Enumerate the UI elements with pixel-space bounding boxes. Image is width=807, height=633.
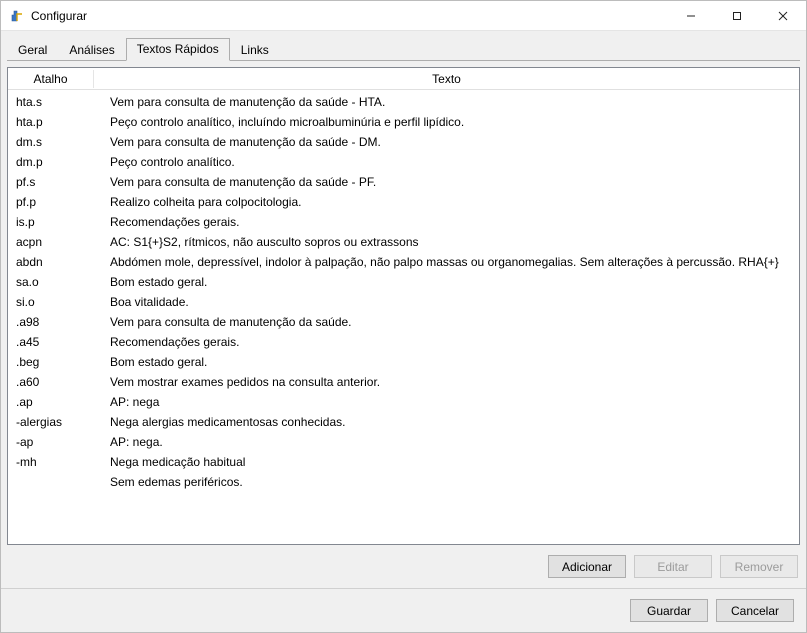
- save-button[interactable]: Guardar: [630, 599, 708, 622]
- table-row[interactable]: sa.oBom estado geral.: [8, 272, 799, 292]
- cell-shortcut: pf.s: [16, 175, 102, 189]
- dialog-footer: Guardar Cancelar: [1, 588, 806, 632]
- cell-shortcut: .beg: [16, 355, 102, 369]
- cell-shortcut: acpn: [16, 235, 102, 249]
- tab-panel: Atalho Texto hta.sVem para consulta de m…: [7, 67, 800, 582]
- table-body: hta.sVem para consulta de manutenção da …: [8, 90, 799, 544]
- table-row[interactable]: acpnAC: S1{+}S2, rítmicos, não ausculto …: [8, 232, 799, 252]
- cell-shortcut: .a45: [16, 335, 102, 349]
- cell-text: AP: nega: [102, 395, 795, 409]
- tab-textos-rapidos[interactable]: Textos Rápidos: [126, 38, 230, 61]
- table-row[interactable]: -mhNega medicação habitual: [8, 452, 799, 472]
- add-button[interactable]: Adicionar: [548, 555, 626, 578]
- table-row[interactable]: dm.pPeço controlo analítico.: [8, 152, 799, 172]
- table-row[interactable]: dm.sVem para consulta de manutenção da s…: [8, 132, 799, 152]
- table-row[interactable]: hta.sVem para consulta de manutenção da …: [8, 92, 799, 112]
- cell-text: Sem edemas periféricos.: [102, 475, 795, 489]
- cell-shortcut: pf.p: [16, 195, 102, 209]
- cell-text: Vem mostrar exames pedidos na consulta a…: [102, 375, 795, 389]
- cell-text: Realizo colheita para colpocitologia.: [102, 195, 795, 209]
- cell-text: Vem para consulta de manutenção da saúde…: [102, 135, 795, 149]
- table-row[interactable]: -alergiasNega alergias medicamentosas co…: [8, 412, 799, 432]
- tab-links[interactable]: Links: [230, 39, 280, 61]
- cell-text: AC: S1{+}S2, rítmicos, não ausculto sopr…: [102, 235, 795, 249]
- app-icon: [9, 8, 25, 24]
- shortcuts-table[interactable]: Atalho Texto hta.sVem para consulta de m…: [7, 67, 800, 545]
- cell-text: Vem para consulta de manutenção da saúde…: [102, 315, 795, 329]
- cell-shortcut: .ap: [16, 395, 102, 409]
- table-row[interactable]: si.oBoa vitalidade.: [8, 292, 799, 312]
- cell-shortcut: dm.p: [16, 155, 102, 169]
- cell-shortcut: sa.o: [16, 275, 102, 289]
- cell-shortcut: .a60: [16, 375, 102, 389]
- table-row[interactable]: .apAP: nega: [8, 392, 799, 412]
- crud-button-row: Adicionar Editar Remover: [7, 545, 800, 582]
- cell-text: Abdómen mole, depressível, indolor à pal…: [102, 255, 795, 269]
- table-row[interactable]: -apAP: nega.: [8, 432, 799, 452]
- cell-shortcut: abdn: [16, 255, 102, 269]
- cell-shortcut: .a98: [16, 315, 102, 329]
- table-row[interactable]: Sem edemas periféricos.: [8, 472, 799, 492]
- table-row[interactable]: .a60Vem mostrar exames pedidos na consul…: [8, 372, 799, 392]
- window-title: Configurar: [31, 9, 87, 23]
- tab-geral[interactable]: Geral: [7, 39, 58, 61]
- table-row[interactable]: .begBom estado geral.: [8, 352, 799, 372]
- maximize-button[interactable]: [714, 1, 760, 31]
- titlebar: Configurar: [1, 1, 806, 31]
- table-row[interactable]: .a98Vem para consulta de manutenção da s…: [8, 312, 799, 332]
- cell-text: AP: nega.: [102, 435, 795, 449]
- header-text[interactable]: Texto: [94, 70, 799, 88]
- cell-shortcut: -ap: [16, 435, 102, 449]
- cell-text: Recomendações gerais.: [102, 215, 795, 229]
- edit-button[interactable]: Editar: [634, 555, 712, 578]
- header-shortcut[interactable]: Atalho: [8, 70, 94, 88]
- close-button[interactable]: [760, 1, 806, 31]
- cell-shortcut: is.p: [16, 215, 102, 229]
- table-row[interactable]: .a45Recomendações gerais.: [8, 332, 799, 352]
- cell-text: Nega alergias medicamentosas conhecidas.: [102, 415, 795, 429]
- cell-text: Boa vitalidade.: [102, 295, 795, 309]
- cell-shortcut: -mh: [16, 455, 102, 469]
- tab-strip: Geral Análises Textos Rápidos Links: [1, 31, 806, 60]
- table-row[interactable]: is.pRecomendações gerais.: [8, 212, 799, 232]
- table-header: Atalho Texto: [8, 68, 799, 90]
- remove-button[interactable]: Remover: [720, 555, 798, 578]
- cell-shortcut: hta.s: [16, 95, 102, 109]
- config-window: Configurar Geral Análises Textos Rápidos…: [0, 0, 807, 633]
- cell-shortcut: -alergias: [16, 415, 102, 429]
- cell-text: Recomendações gerais.: [102, 335, 795, 349]
- cell-shortcut: hta.p: [16, 115, 102, 129]
- cell-text: Nega medicação habitual: [102, 455, 795, 469]
- cell-text: Vem para consulta de manutenção da saúde…: [102, 175, 795, 189]
- table-row[interactable]: hta.pPeço controlo analítico, incluíndo …: [8, 112, 799, 132]
- cell-shortcut: si.o: [16, 295, 102, 309]
- table-row[interactable]: pf.sVem para consulta de manutenção da s…: [8, 172, 799, 192]
- table-row[interactable]: abdnAbdómen mole, depressível, indolor à…: [8, 252, 799, 272]
- cell-text: Vem para consulta de manutenção da saúde…: [102, 95, 795, 109]
- minimize-button[interactable]: [668, 1, 714, 31]
- cell-text: Bom estado geral.: [102, 355, 795, 369]
- cell-text: Bom estado geral.: [102, 275, 795, 289]
- cell-text: Peço controlo analítico, incluíndo micro…: [102, 115, 795, 129]
- tab-analises[interactable]: Análises: [58, 39, 125, 61]
- cell-shortcut: dm.s: [16, 135, 102, 149]
- cell-text: Peço controlo analítico.: [102, 155, 795, 169]
- table-row[interactable]: pf.pRealizo colheita para colpocitologia…: [8, 192, 799, 212]
- cancel-button[interactable]: Cancelar: [716, 599, 794, 622]
